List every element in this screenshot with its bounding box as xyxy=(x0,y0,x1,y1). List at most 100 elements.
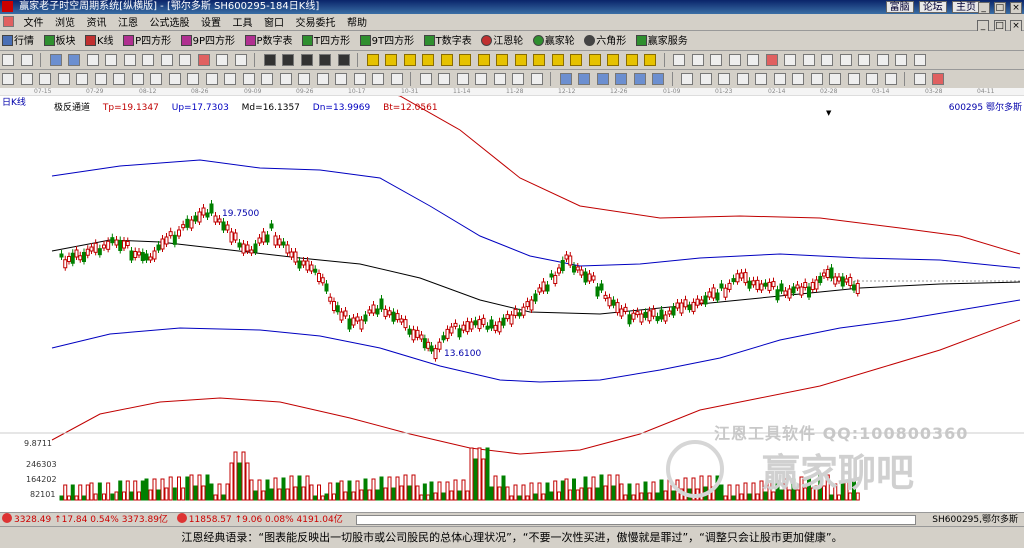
bars-icon[interactable] xyxy=(57,73,70,85)
tool-icon[interactable] xyxy=(419,73,432,85)
tool-icon[interactable] xyxy=(456,73,469,85)
first-icon[interactable] xyxy=(263,54,276,66)
bars-icon[interactable] xyxy=(205,73,218,85)
diamond-icon[interactable] xyxy=(607,54,619,66)
line-tool-icon[interactable] xyxy=(728,54,741,66)
zoom-in-icon[interactable] xyxy=(86,54,99,66)
diamond-icon[interactable] xyxy=(551,54,564,66)
cursor-icon[interactable] xyxy=(710,54,722,66)
bars-icon[interactable] xyxy=(298,73,310,85)
zoom-out-icon[interactable] xyxy=(105,54,117,66)
diamond-icon[interactable] xyxy=(422,54,434,66)
table-icon[interactable] xyxy=(559,73,572,85)
menu-info[interactable]: 资讯 xyxy=(83,15,111,32)
bars-icon[interactable] xyxy=(242,73,255,85)
diamond-icon[interactable] xyxy=(459,54,471,66)
bars-icon[interactable] xyxy=(150,73,162,85)
menu-icon[interactable] xyxy=(20,54,33,66)
stop-icon[interactable] xyxy=(197,54,210,66)
arrow-right-icon[interactable] xyxy=(179,54,191,66)
sz-index[interactable]: 11858.57 ↑9.06 0.08% 4191.04亿 xyxy=(175,513,343,527)
menu-tools[interactable]: 工具 xyxy=(229,15,257,32)
close-button[interactable]: × xyxy=(1010,2,1022,14)
tb-quotes-button[interactable]: 行情 xyxy=(0,32,38,52)
diamond-icon[interactable] xyxy=(514,54,527,66)
diamond-icon[interactable] xyxy=(570,54,582,66)
menu-file[interactable]: 文件 xyxy=(20,15,48,32)
play-icon[interactable] xyxy=(337,54,350,66)
tb-9p-square-button[interactable]: 9P四方形 xyxy=(179,32,239,52)
tb-winner-wheel-button[interactable]: 赢家轮 xyxy=(531,32,579,52)
tool-icon[interactable] xyxy=(802,54,815,66)
hand-icon[interactable] xyxy=(673,54,685,66)
tool-icon[interactable] xyxy=(847,73,860,85)
link-forum[interactable]: 论坛 xyxy=(918,1,947,13)
menu-window[interactable]: 窗口 xyxy=(260,15,288,32)
diamond-icon[interactable] xyxy=(625,54,638,66)
diamond-icon[interactable] xyxy=(366,54,379,66)
wave-icon[interactable] xyxy=(932,73,944,85)
tool-icon[interactable] xyxy=(773,73,786,85)
bars-icon[interactable] xyxy=(335,73,347,85)
tool-icon[interactable] xyxy=(895,54,907,66)
menu-trade[interactable]: 交易委托 xyxy=(292,15,340,32)
tool-icon[interactable] xyxy=(858,54,870,66)
bars-icon[interactable] xyxy=(76,73,88,85)
bars-icon[interactable] xyxy=(316,73,329,85)
tool-icon[interactable] xyxy=(736,73,749,85)
tool-icon[interactable] xyxy=(913,54,926,66)
tile-icon[interactable] xyxy=(216,54,228,66)
tool-icon[interactable] xyxy=(718,73,730,85)
table-icon[interactable] xyxy=(578,73,590,85)
chart-type-icon[interactable] xyxy=(68,54,80,66)
tb-t-table-button[interactable]: T数字表 xyxy=(422,32,476,52)
sh-index[interactable]: 3328.49 ↑17.84 0.54% 3373.89亿 xyxy=(0,513,168,527)
link-fumao[interactable]: 富脑 xyxy=(885,1,914,13)
diamond-icon[interactable] xyxy=(533,54,545,66)
bars-icon[interactable] xyxy=(279,73,292,85)
arrow-up-icon[interactable] xyxy=(123,54,136,66)
bars-icon[interactable] xyxy=(94,73,107,85)
bars-icon[interactable] xyxy=(20,73,33,85)
text-tool-icon[interactable] xyxy=(747,54,759,66)
chart-type-icon[interactable] xyxy=(49,54,62,66)
table-icon[interactable] xyxy=(652,73,664,85)
arrow-left-icon[interactable] xyxy=(160,54,173,66)
chart-area[interactable]: 07-15 07-29 08-12 08-26 09-09 09-26 10-17 10-31… xyxy=(0,88,1024,512)
menu-settings[interactable]: 设置 xyxy=(197,15,225,32)
bars-icon[interactable] xyxy=(187,73,199,85)
bars-icon[interactable] xyxy=(353,73,366,85)
bars-icon[interactable] xyxy=(390,73,403,85)
tile-icon[interactable] xyxy=(234,54,247,66)
minimize-button[interactable]: _ xyxy=(977,2,990,14)
tool-icon[interactable] xyxy=(530,73,543,85)
diamond-icon[interactable] xyxy=(385,54,397,66)
table-icon[interactable] xyxy=(596,73,609,85)
bars-icon[interactable] xyxy=(2,73,14,85)
tool-icon[interactable] xyxy=(512,73,524,85)
tb-kline-button[interactable]: K线 xyxy=(83,32,118,52)
table-icon[interactable] xyxy=(615,73,627,85)
tb-blocks-button[interactable]: 板块 xyxy=(42,32,80,52)
tool-icon[interactable] xyxy=(493,73,506,85)
tool-icon[interactable] xyxy=(821,54,833,66)
bars-icon[interactable] xyxy=(113,73,125,85)
bars-icon[interactable] xyxy=(131,73,144,85)
crosshair-icon[interactable] xyxy=(691,54,704,66)
tb-p-square-button[interactable]: P四方形 xyxy=(121,32,175,52)
tb-t-square-button[interactable]: T四方形 xyxy=(300,32,354,52)
tool-icon[interactable] xyxy=(475,73,487,85)
prev-icon[interactable] xyxy=(282,54,294,66)
grid-icon[interactable] xyxy=(913,73,926,85)
diamond-icon[interactable] xyxy=(588,54,601,66)
menu-formula[interactable]: 公式选股 xyxy=(146,15,194,32)
tb-gann-wheel-button[interactable]: 江恩轮 xyxy=(479,32,527,52)
diamond-icon[interactable] xyxy=(403,54,416,66)
tb-service-button[interactable]: 赢家服务 xyxy=(634,32,692,52)
table-icon[interactable] xyxy=(633,73,646,85)
tool-icon[interactable] xyxy=(876,54,889,66)
diamond-icon[interactable] xyxy=(496,54,508,66)
bars-icon[interactable] xyxy=(224,73,236,85)
last-icon[interactable] xyxy=(319,54,331,66)
next-icon[interactable] xyxy=(300,54,313,66)
